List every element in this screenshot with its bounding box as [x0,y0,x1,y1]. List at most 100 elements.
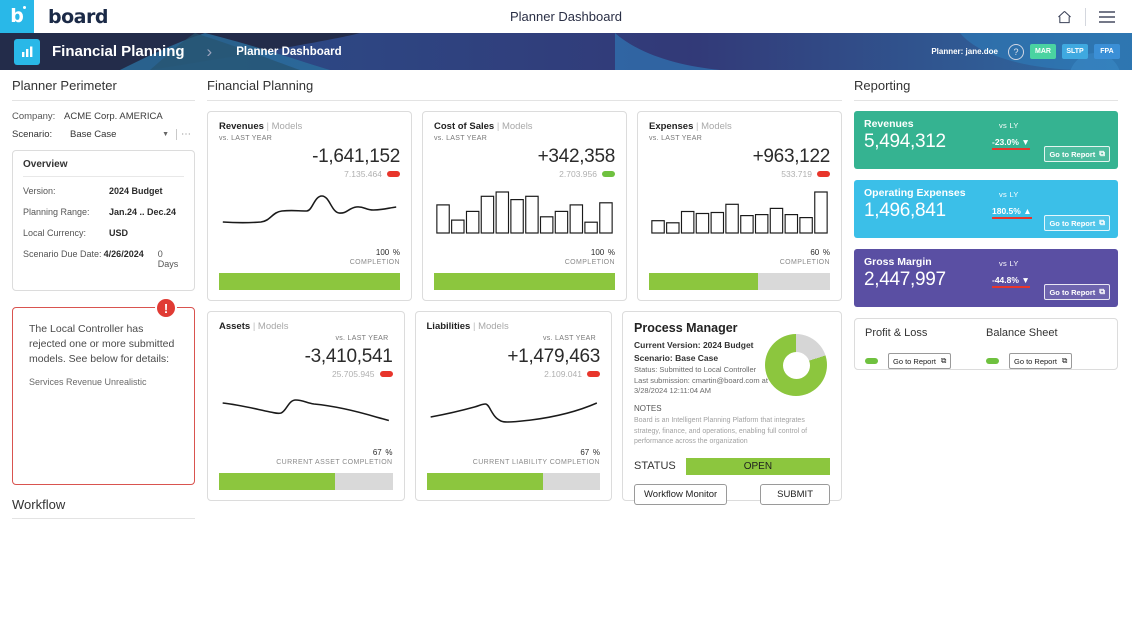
submit-button[interactable]: SUBMIT [760,484,830,505]
kpi-base-value: 533.719 [781,169,812,179]
kpi-completion-label: COMPLETION [434,259,615,266]
kpi-models-link[interactable]: Models [478,321,509,332]
kpi-completion-pct: 100 % [434,243,615,258]
kpi-card-revenues[interactable]: Revenues | Models vs. LAST YEAR -1,641,1… [207,111,412,301]
overview-card: Overview Version: 2024 Budget Planning R… [12,150,195,291]
kpi-vs-label: vs. LAST YEAR [434,135,615,142]
kpi-card-liabilities[interactable]: Liabilities | Models vs. LAST YEAR +1,47… [415,311,613,501]
alert-exclamation-icon: ! [155,297,177,319]
app-title: Financial Planning [52,43,185,60]
overview-title: Overview [23,159,184,177]
kpi-title: Assets | Models [219,321,393,332]
kpi-grid-top: Revenues | Models vs. LAST YEAR -1,641,1… [207,111,842,301]
kpi-title: Revenues | Models [219,121,400,132]
chart-bar-icon [14,39,40,65]
secondary-report-name: Balance Sheet [986,327,1107,339]
overview-row-local-currency: Local Currency: USD [23,228,184,238]
row-value: 4/26/2024 [104,249,144,269]
kpi-completion-label: COMPLETION [649,259,830,266]
kpi-delta-value: -1,641,152 [219,146,400,168]
kpi-base-value: 25.705.945 [332,369,375,379]
row-value: Jan.24 .. Dec.24 [109,207,176,217]
go-to-report-button[interactable]: Go to Report⧉ [1009,353,1072,369]
report-card-vs: vs LY [999,190,1019,199]
home-icon[interactable] [1053,6,1075,28]
pm-notes-text: Board is an Intelligent Planning Platfor… [634,416,830,448]
external-link-icon: ⧉ [1099,287,1105,297]
status-pill [602,171,615,177]
status-pill [817,171,830,177]
scenario-row[interactable]: Scenario: Base Case ▼ ⋯ [12,129,195,140]
kpi-card-cost-of-sales[interactable]: Cost of Sales | Models vs. LAST YEAR +34… [422,111,627,301]
kpi-separator: | [253,321,255,332]
row-value: 2024 Budget [109,186,163,196]
status-pill [380,371,393,377]
kpi-card-expenses[interactable]: Expenses | Models vs. LAST YEAR +963,122… [637,111,842,301]
company-row: Company: ACME Corp. AMERICA [12,111,195,122]
kpi-separator: | [267,121,269,132]
page-title: Planner Dashboard [0,9,1132,24]
workflow-monitor-button[interactable]: Workflow Monitor [634,484,727,505]
report-card-name: Revenues [864,118,1108,130]
company-label: Company: [12,111,64,122]
kpi-name: Assets [219,321,250,332]
question-mark-icon[interactable]: ? [1008,44,1024,60]
rejection-alert: ! The Local Controller has rejected one … [12,307,195,485]
secondary-report-balance-sheet: Balance Sheet Go to Report⧉ [986,327,1107,361]
chip-sltp[interactable]: SLTP [1062,44,1088,59]
pm-notes-heading: NOTES [634,404,830,413]
go-to-report-button[interactable]: Go to Report⧉ [1044,146,1110,162]
trend-down-icon: ▼ [1021,275,1029,285]
kpi-card-assets[interactable]: Assets | Models vs. LAST YEAR -3,410,541… [207,311,405,501]
report-card-gross-margin[interactable]: Gross Margin 2,447,997 vs LY -44.8% ▼ Go… [854,249,1118,307]
board-logo-tile[interactable]: b [0,0,34,33]
process-manager-title: Process Manager [634,321,830,335]
go-to-report-button[interactable]: Go to Report⧉ [1044,215,1110,231]
kpi-base-value: 2.703.956 [559,169,597,179]
trend-up-icon: ▲ [1023,206,1031,216]
row-label: Planning Range: [23,207,109,217]
scenario-label: Scenario: [12,129,64,140]
scenario-value[interactable]: Base Case [64,129,162,140]
completion-progress-bar [219,273,400,290]
completion-progress-bar [427,473,601,490]
external-link-icon: ⧉ [1099,149,1105,159]
board-logo-icon: b [10,7,24,26]
chip-fpa[interactable]: FPA [1094,44,1120,59]
report-card-delta: 180.5% ▲ [992,206,1032,219]
kpi-completion-pct: 60 % [649,243,830,258]
overview-row-planning-range: Planning Range: Jan.24 .. Dec.24 [23,207,184,217]
chip-mar[interactable]: MAR [1030,44,1056,59]
row-value: USD [109,228,128,238]
kpi-models-link[interactable]: Models [272,121,303,132]
external-link-icon: ⧉ [1062,356,1067,366]
breadcrumb[interactable]: Planner Dashboard [236,46,341,58]
kpi-name: Liabilities [427,321,471,332]
row-extra: 0 Days [158,249,184,269]
bar-sparkline-chart [434,179,615,243]
scenario-more-icon[interactable]: ⋯ [176,129,195,140]
kpi-completion-label: CURRENT LIABILITY COMPLETION [427,459,601,466]
kpi-models-link[interactable]: Models [258,321,289,332]
brand-wordmark: board [48,6,108,28]
hamburger-menu-icon[interactable] [1096,6,1118,28]
alert-message: The Local Controller has rejected one or… [29,322,182,368]
financial-planning-panel: Financial Planning Revenues | Models vs.… [205,78,848,630]
kpi-models-link[interactable]: Models [701,121,732,132]
kpi-delta-value: +1,479,463 [427,346,601,368]
kpi-name: Revenues [219,121,264,132]
main-content: Planner Perimeter Company: ACME Corp. AM… [0,70,1132,630]
overview-row-version: Version: 2024 Budget [23,186,184,196]
status-pill [387,171,400,177]
kpi-title: Expenses | Models [649,121,830,132]
planner-perimeter-heading: Planner Perimeter [12,78,195,101]
report-card-vs: vs LY [999,121,1019,130]
status-pill [986,358,999,364]
report-card-operating-expenses[interactable]: Operating Expenses 1,496,841 vs LY 180.5… [854,180,1118,238]
go-to-report-button[interactable]: Go to Report⧉ [1044,284,1110,300]
kpi-models-link[interactable]: Models [502,121,533,132]
chevron-down-icon[interactable]: ▼ [162,131,169,138]
row-label: Local Currency: [23,228,109,238]
report-card-revenues[interactable]: Revenues 5,494,312 vs LY -23.0% ▼ Go to … [854,111,1118,169]
go-to-report-button[interactable]: Go to Report⧉ [888,353,951,369]
